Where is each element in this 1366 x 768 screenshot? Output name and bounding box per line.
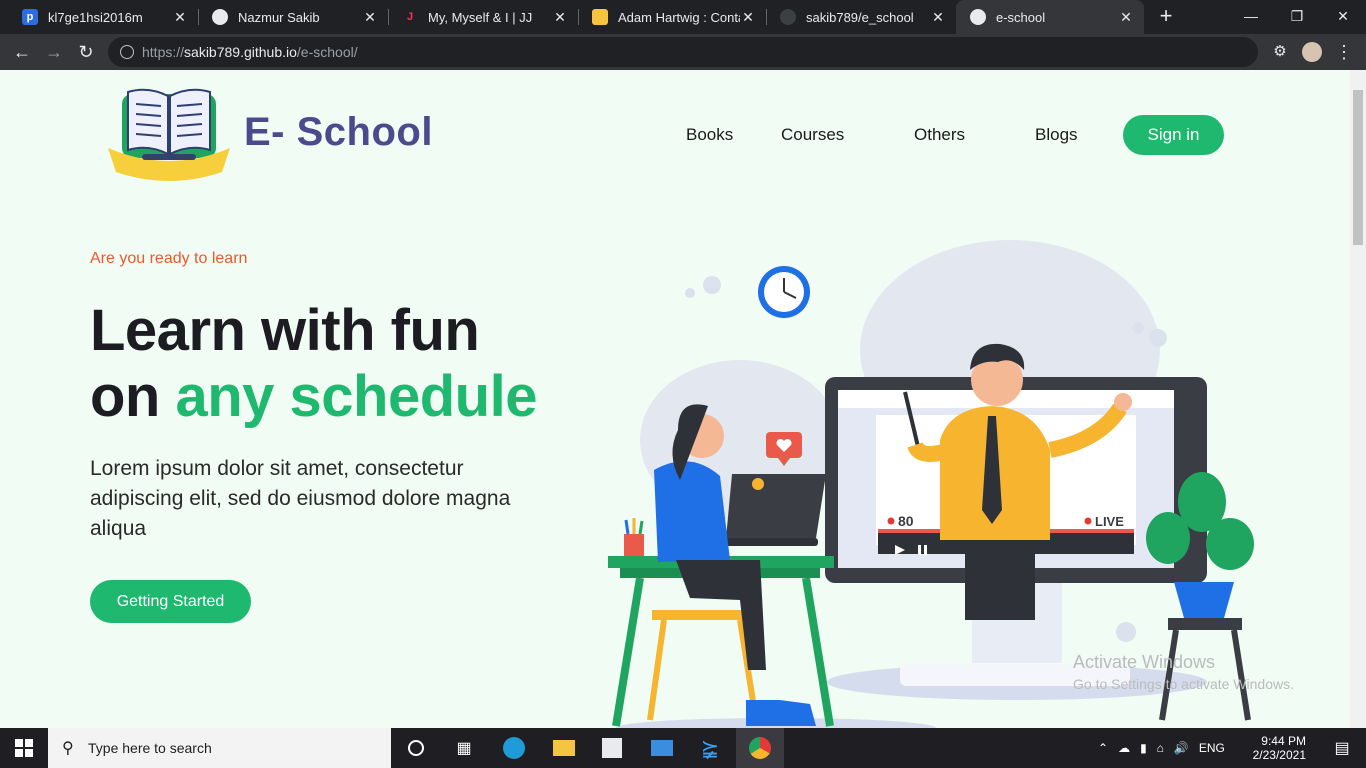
- tab-title: e-school: [996, 9, 1046, 25]
- file-explorer-icon[interactable]: [540, 728, 588, 768]
- page-scrollbar[interactable]: [1350, 70, 1366, 728]
- headline-accent: any schedule: [175, 364, 537, 429]
- volume-icon[interactable]: 🔊: [1174, 741, 1189, 755]
- close-icon[interactable]: ✕: [552, 9, 568, 26]
- site-info-icon[interactable]: [120, 45, 134, 59]
- close-icon[interactable]: ✕: [1118, 9, 1134, 26]
- url-host: sakib789.github.io: [184, 44, 297, 60]
- cortana-icon[interactable]: [392, 728, 440, 768]
- live-badge-text: LIVE: [1095, 514, 1124, 529]
- tab-4[interactable]: Adam Hartwig : Contac ✕: [578, 0, 766, 34]
- extensions-icon[interactable]: ⚙: [1268, 40, 1292, 64]
- tab-5[interactable]: sakib789/e_school ✕: [766, 0, 956, 34]
- forward-button[interactable]: →: [42, 40, 66, 64]
- wifi-icon[interactable]: ⌂: [1157, 741, 1164, 755]
- book-logo-icon[interactable]: [106, 82, 232, 186]
- reload-button[interactable]: ↻: [74, 40, 98, 64]
- hero-description: Lorem ipsum dolor sit amet, consectetur …: [90, 457, 511, 540]
- minimize-button[interactable]: —: [1228, 0, 1274, 32]
- tab-3[interactable]: J My, Myself & I | JJ ✕: [388, 0, 578, 34]
- activate-windows-subtitle: Go to Settings to activate Windows.: [1073, 676, 1294, 692]
- clock-date: 2/23/2021: [1252, 748, 1306, 762]
- cloud-icon[interactable]: ☁: [1118, 741, 1130, 755]
- search-placeholder: Type here to search: [88, 740, 212, 756]
- brand-name[interactable]: E- School: [244, 110, 433, 155]
- notification-icon[interactable]: ▤: [1318, 728, 1366, 768]
- url-scheme: https://: [142, 44, 185, 60]
- new-tab-button[interactable]: +: [1153, 4, 1179, 30]
- nav-others[interactable]: Others: [914, 125, 965, 145]
- search-icon: ⚲: [62, 740, 74, 757]
- tab-strip: p kl7ge1hsi2016m ✕ Nazmur Sakib ✕ J My, …: [0, 0, 1366, 34]
- github-icon: [780, 9, 796, 25]
- mail-icon[interactable]: [638, 728, 686, 768]
- close-icon[interactable]: ✕: [362, 9, 378, 26]
- edge-icon[interactable]: [490, 728, 538, 768]
- close-icon[interactable]: ✕: [740, 9, 756, 26]
- close-window-button[interactable]: ✕: [1320, 0, 1366, 32]
- profile-avatar[interactable]: [1300, 40, 1324, 64]
- tab-title: kl7ge1hsi2016m: [48, 9, 143, 25]
- tab-title: My, Myself & I | JJ: [428, 9, 533, 25]
- url-path: /e-school/: [296, 44, 358, 60]
- headline-line-1: Learn with fun: [90, 298, 480, 363]
- back-button[interactable]: ←: [10, 40, 34, 64]
- globe-icon: [212, 9, 228, 25]
- nav-courses[interactable]: Courses: [781, 125, 844, 145]
- nav-books[interactable]: Books: [686, 125, 733, 145]
- clock-time: 9:44 PM: [1261, 734, 1306, 748]
- headline-line-2: on any schedule: [90, 364, 537, 430]
- activate-windows-title: Activate Windows: [1073, 652, 1216, 672]
- hero-eyebrow: Are you ready to learn: [90, 250, 248, 267]
- language-indicator[interactable]: ENG: [1199, 741, 1225, 755]
- globe-icon: [970, 9, 986, 25]
- tab-1[interactable]: p kl7ge1hsi2016m ✕: [8, 0, 198, 34]
- getting-started-button[interactable]: Getting Started: [90, 580, 251, 623]
- sign-in-button[interactable]: Sign in: [1123, 115, 1224, 155]
- chevron-up-icon[interactable]: ⌃: [1098, 741, 1108, 755]
- tab-2[interactable]: Nazmur Sakib ✕: [198, 0, 388, 34]
- close-icon[interactable]: ✕: [930, 9, 946, 26]
- close-icon[interactable]: ✕: [172, 9, 188, 26]
- mountain-icon: [592, 9, 608, 25]
- tab-title: sakib789/e_school: [806, 9, 914, 25]
- viewer-count-text: 80: [898, 513, 914, 529]
- headline-on: on: [90, 364, 176, 429]
- hero-headline: Learn with fun on any schedule: [90, 298, 537, 430]
- clock-icon: [758, 266, 810, 318]
- nav-blogs[interactable]: Blogs: [1035, 125, 1078, 145]
- taskbar-search-input[interactable]: ⚲ Type here to search: [48, 728, 391, 768]
- menu-icon[interactable]: ⋮: [1332, 40, 1356, 64]
- store-icon[interactable]: [588, 728, 636, 768]
- task-view-icon[interactable]: ▦: [440, 728, 488, 768]
- system-tray: ⌃ ☁ ▮ ⌂ 🔊 ENG: [1098, 728, 1225, 768]
- browser-toolbar: ← → ↻ https://sakib789.github.io/e-schoo…: [0, 34, 1366, 70]
- windows-taskbar: ⚲ Type here to search ▦ ⪶ ⌃ ☁ ▮ ⌂ 🔊 ENG …: [0, 728, 1366, 768]
- vscode-icon[interactable]: ⪶: [686, 728, 734, 768]
- windows-start-icon[interactable]: [0, 728, 48, 768]
- clock[interactable]: 9:44 PM 2/23/2021: [1252, 728, 1306, 768]
- address-bar[interactable]: https://sakib789.github.io/e-school/: [108, 37, 1258, 67]
- p-icon: p: [22, 9, 38, 25]
- j-icon: J: [406, 11, 414, 23]
- tab-title: Adam Hartwig : Contac: [618, 9, 740, 25]
- restore-button[interactable]: ❐: [1274, 0, 1320, 32]
- scrollbar-thumb[interactable]: [1353, 90, 1363, 245]
- chrome-icon[interactable]: [736, 728, 784, 768]
- battery-icon[interactable]: ▮: [1140, 741, 1147, 755]
- tab-title: Nazmur Sakib: [238, 9, 320, 25]
- web-page: E- School Books Courses Others Blogs Sig…: [0, 70, 1350, 728]
- tab-6-active[interactable]: e-school ✕: [956, 0, 1144, 34]
